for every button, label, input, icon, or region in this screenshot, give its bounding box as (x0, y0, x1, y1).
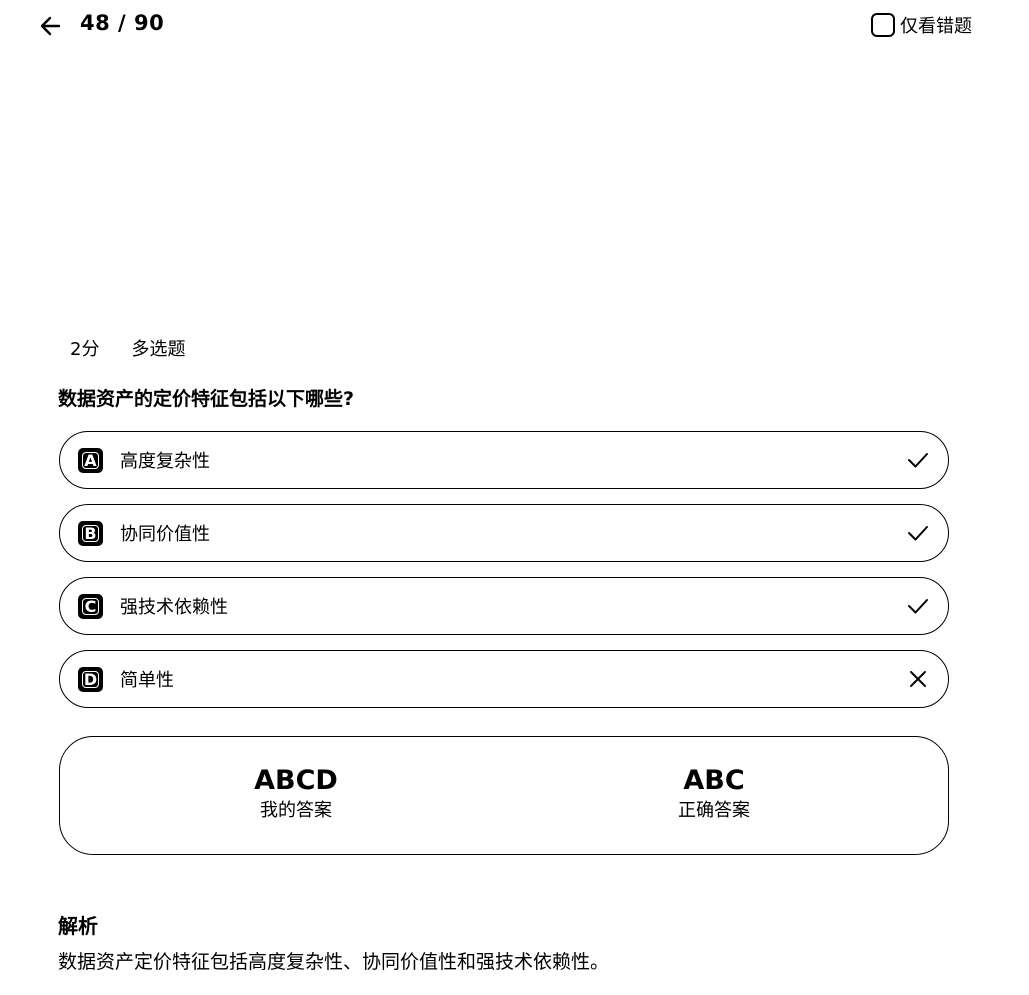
option-b[interactable]: B 协同价值性 (59, 504, 949, 562)
arrow-left-icon (40, 16, 61, 36)
my-answer-label: 我的答案 (260, 800, 332, 821)
wrong-only-toggle[interactable]: 仅看错题 (871, 12, 972, 38)
option-a[interactable]: A 高度复杂性 (59, 431, 949, 489)
option-letter-badge: A (78, 448, 103, 473)
option-letter: C (82, 598, 99, 615)
wrong-only-label: 仅看错题 (900, 16, 972, 37)
wrong-only-checkbox[interactable] (871, 13, 895, 37)
analysis-text: 数据资产定价特征包括高度复杂性、协同价值性和强技术依赖性。 (58, 951, 610, 973)
option-letter-badge: B (78, 521, 103, 546)
check-icon (908, 526, 928, 541)
correct-answer-label: 正确答案 (678, 800, 750, 821)
my-answer-value: ABCD (254, 765, 338, 796)
question-type: 多选题 (131, 339, 186, 360)
question-text: 数据资产的定价特征包括以下哪些? (58, 388, 355, 410)
option-letter: A (82, 452, 99, 469)
option-letter: D (82, 669, 99, 689)
check-icon (908, 453, 928, 468)
question-meta: 2分 多选题 (70, 335, 185, 361)
answer-summary: ABCD 我的答案 ABC 正确答案 (59, 736, 949, 855)
option-letter: B (82, 525, 99, 542)
question-score: 2分 (70, 339, 100, 360)
option-letter-badge: D (78, 667, 103, 692)
option-letter-badge: C (78, 594, 103, 619)
option-text: 强技术依赖性 (120, 597, 228, 618)
top-bar: 48 / 90 仅看错题 (0, 0, 1029, 52)
analysis-title: 解析 (58, 914, 98, 938)
option-text: 协同价值性 (120, 524, 210, 545)
option-text: 高度复杂性 (120, 451, 210, 472)
option-d[interactable]: D 简单性 (59, 650, 949, 708)
check-icon (908, 599, 928, 614)
option-text: 简单性 (120, 670, 174, 691)
correct-answer-value: ABC (683, 765, 745, 796)
close-icon (910, 671, 926, 687)
option-c[interactable]: C 强技术依赖性 (59, 577, 949, 635)
my-answer: ABCD 我的答案 (196, 764, 396, 824)
back-button[interactable] (38, 13, 64, 39)
question-progress: 48 / 90 (80, 11, 165, 35)
options-list: A 高度复杂性 B 协同价值性 C 强技术依赖性 D 简单性 (59, 431, 949, 723)
correct-answer: ABC 正确答案 (614, 764, 814, 824)
